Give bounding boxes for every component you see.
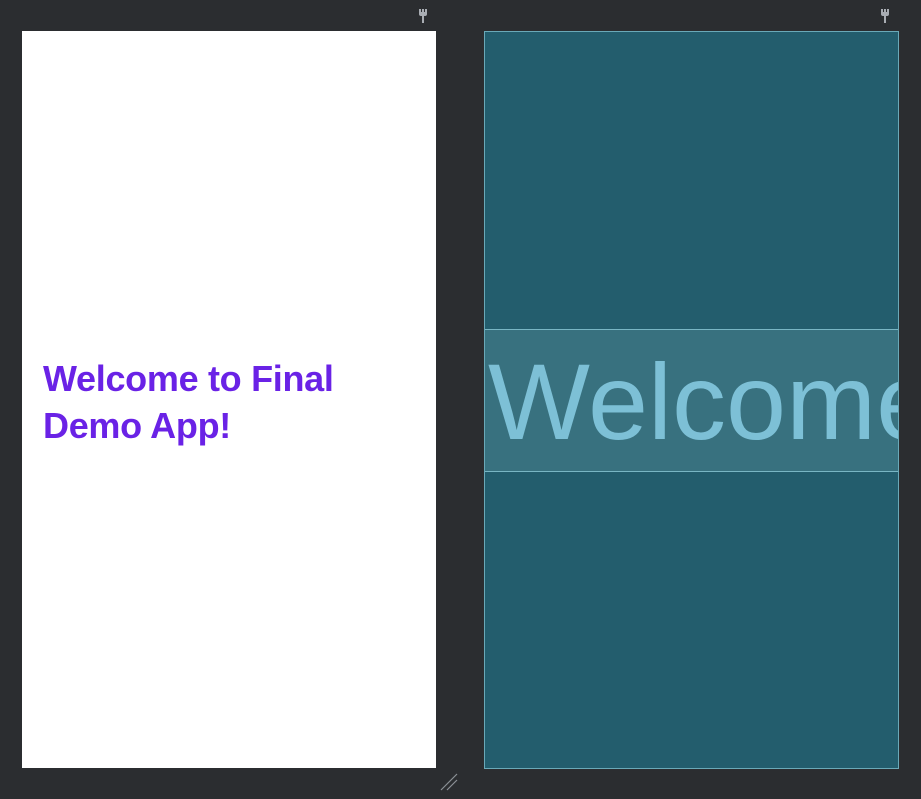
- blueprint-textview-label: Welcome: [488, 341, 899, 462]
- pin-icon[interactable]: [880, 8, 890, 24]
- layout-editor-canvas: Welcome to Final Demo App! Welcome: [0, 0, 921, 799]
- pin-icon[interactable]: [418, 8, 428, 24]
- resize-handle-icon[interactable]: [439, 772, 459, 792]
- welcome-textview[interactable]: Welcome to Final Demo App!: [43, 355, 383, 449]
- design-preview[interactable]: Welcome to Final Demo App!: [22, 31, 436, 768]
- blueprint-textview[interactable]: Welcome: [485, 329, 899, 472]
- blueprint-preview[interactable]: Welcome: [484, 31, 899, 769]
